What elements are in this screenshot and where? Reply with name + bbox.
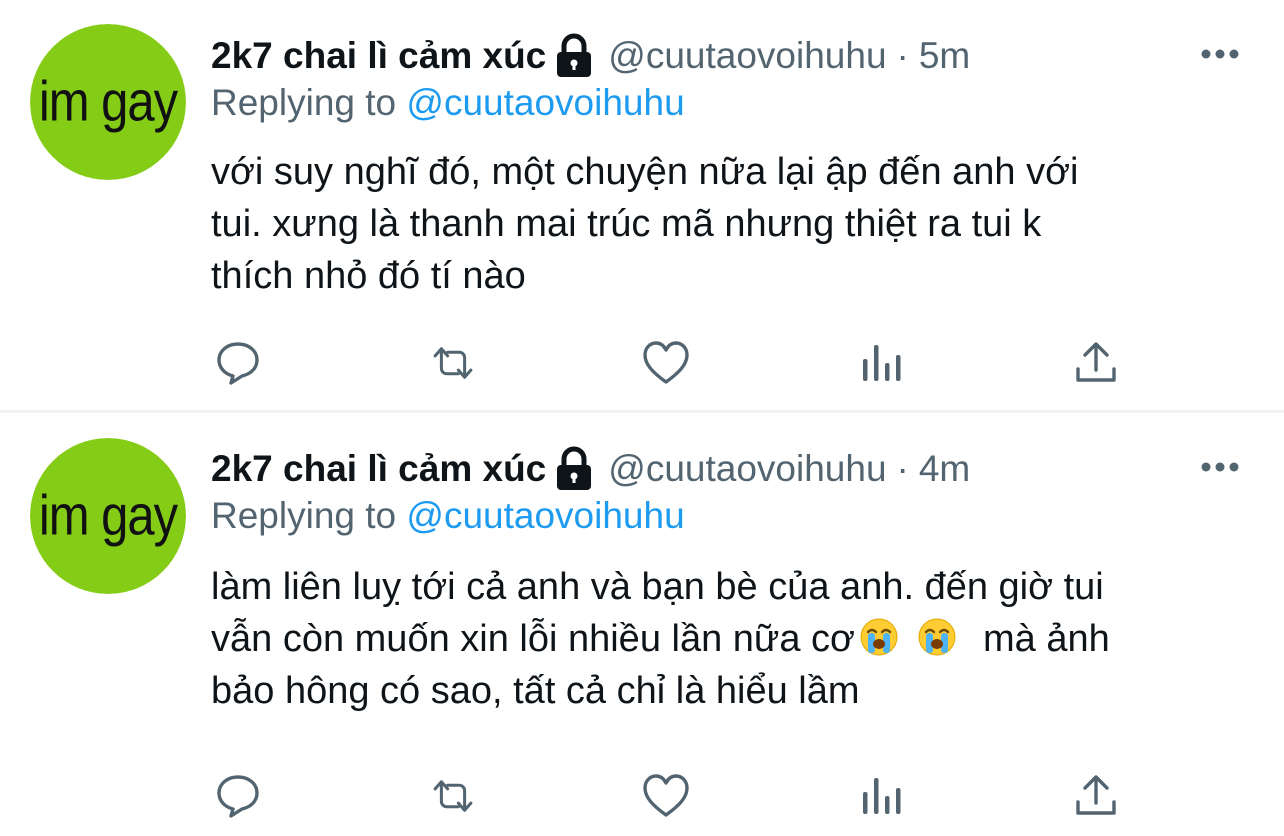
display-name[interactable]: 2k7 chai lì cảm xúc [211, 35, 546, 77]
mention-link[interactable]: @cuutaovoihuhu [406, 82, 684, 123]
analytics-icon[interactable] [856, 771, 906, 821]
like-icon[interactable] [641, 771, 691, 821]
tweet-text-line: với suy nghĩ đó, một chuyện nữa lại ập đ… [211, 151, 1079, 193]
tweet-text-line: vẫn còn muốn xin lỗi nhiều lần nữa cơ mà … [211, 613, 1261, 665]
timestamp[interactable]: 5m [919, 35, 970, 77]
lock-icon [554, 33, 594, 79]
tweet[interactable]: im gay 2k7 chai lì cảm xúc @cuutaovoihuh… [0, 413, 1284, 836]
mention-link[interactable]: @cuutaovoihuhu [406, 495, 684, 536]
reply-icon[interactable] [213, 771, 263, 821]
more-options-icon[interactable] [1200, 460, 1240, 472]
replying-prefix: Replying to [211, 495, 397, 536]
analytics-icon[interactable] [856, 338, 906, 388]
replying-to: Replying to @cuutaovoihuhu [211, 495, 685, 537]
timestamp[interactable]: 4m [919, 448, 970, 490]
tweet-header: 2k7 chai lì cảm xúc @cuutaovoihuhu · 4m [211, 444, 970, 494]
reply-icon[interactable] [213, 338, 263, 388]
lock-icon [554, 446, 594, 492]
separator-dot: · [896, 35, 909, 76]
avatar[interactable]: im gay [30, 438, 186, 594]
tweet-text-line: bảo hông có sao, tất cả chỉ là hiểu lầm [211, 670, 860, 712]
replying-prefix: Replying to [211, 82, 397, 123]
tweet-text-fragment: mà ảnh [982, 618, 1110, 660]
more-options-icon[interactable] [1200, 47, 1240, 59]
separator-dot: · [896, 448, 909, 489]
tweet[interactable]: im gay 2k7 chai lì cảm xúc @cuutaovoihuh… [0, 0, 1284, 410]
display-name[interactable]: 2k7 chai lì cảm xúc [211, 448, 546, 490]
handle[interactable]: @cuutaovoihuhu [608, 35, 886, 77]
tweet-text-line: tui. xưng là thanh mai trúc mã nhưng thi… [211, 203, 1042, 245]
tweet-actions [0, 771, 1284, 821]
tweet-text-line: thích nhỏ đó tí nào [211, 255, 526, 297]
like-icon[interactable] [641, 338, 691, 388]
tweet-actions [0, 338, 1284, 388]
handle[interactable]: @cuutaovoihuhu [608, 448, 886, 490]
tweet-text: làm liên luỵ tới cả anh và bạn bè của an… [211, 561, 1261, 717]
share-icon[interactable] [1071, 338, 1121, 388]
avatar[interactable]: im gay [30, 24, 186, 180]
retweet-icon[interactable] [428, 338, 478, 388]
loudly-crying-face-icon [917, 617, 957, 657]
tweet-text-line: làm liên luỵ tới cả anh và bạn bè của an… [211, 566, 1104, 608]
replying-to: Replying to @cuutaovoihuhu [211, 82, 685, 124]
retweet-icon[interactable] [428, 771, 478, 821]
loudly-crying-face-icon [859, 617, 899, 657]
avatar-text: im gay [38, 70, 178, 134]
share-icon[interactable] [1071, 771, 1121, 821]
tweet-text: với suy nghĩ đó, một chuyện nữa lại ập đ… [211, 146, 1261, 302]
tweet-text-fragment: vẫn còn muốn xin lỗi nhiều lần nữa cơ [211, 618, 855, 660]
tweet-header: 2k7 chai lì cảm xúc @cuutaovoihuhu · 5m [211, 31, 970, 81]
avatar-text: im gay [38, 484, 178, 548]
